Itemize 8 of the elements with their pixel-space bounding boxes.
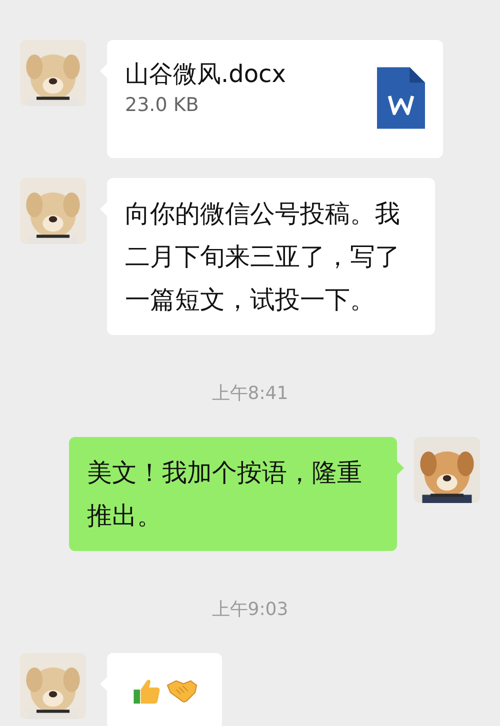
message-text: 美文！我加个按语，隆重推出。 [87, 457, 363, 532]
handshake-icon [166, 677, 198, 705]
message-text: 向你的微信公号投稿。我二月下旬来三亚了，写了一篇短文，试投一下。 [125, 198, 401, 316]
file-name: 山谷微风.docx [125, 59, 286, 90]
file-size: 23.0 KB [125, 94, 200, 116]
word-document-icon [377, 66, 425, 130]
timestamp: 上午8:41 [212, 382, 288, 405]
timestamp: 上午9:03 [212, 598, 288, 621]
